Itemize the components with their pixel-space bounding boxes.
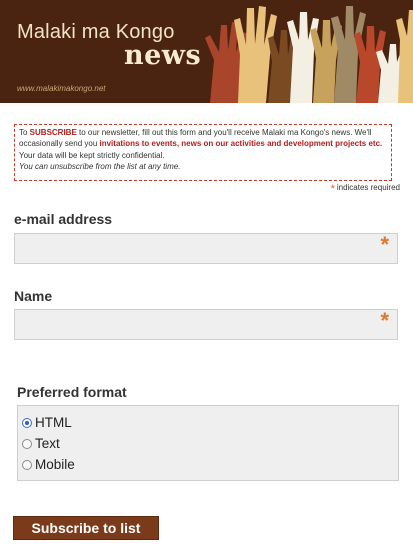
- format-option-label: Mobile: [35, 457, 75, 472]
- name-label: Name: [14, 288, 53, 304]
- notice-unsubscribe: You can unsubscribe from the list at any…: [19, 161, 181, 171]
- required-note-text: indicates required: [336, 183, 400, 192]
- format-option-label: Text: [35, 436, 60, 451]
- notice-confidential: Your data will be kept strictly confiden…: [19, 150, 165, 160]
- site-url[interactable]: www.malakimakongo.net: [17, 84, 105, 93]
- format-options: HTML Text Mobile: [17, 405, 399, 481]
- subscribe-notice: To SUBSCRIBE to our newsletter, fill out…: [14, 124, 392, 181]
- format-option-mobile[interactable]: Mobile: [22, 457, 75, 472]
- news-wordmark: news: [124, 40, 202, 71]
- email-required-star-icon: *: [380, 232, 389, 257]
- format-option-label: HTML: [35, 415, 72, 430]
- email-field[interactable]: *: [14, 232, 398, 264]
- notice-text-1: To: [19, 128, 30, 137]
- radio-selected-icon[interactable]: [22, 417, 32, 428]
- notice-subscribe-emphasis: SUBSCRIBE: [29, 128, 77, 137]
- subscribe-button[interactable]: Subscribe to list: [13, 516, 159, 540]
- required-note: * indicates required: [331, 183, 400, 195]
- radio-icon[interactable]: [22, 438, 32, 449]
- notice-invitations-emphasis: invitations to events, news on our activ…: [99, 139, 383, 149]
- header-banner: Malaki ma Kongo news www.malakimakongo.n…: [0, 0, 413, 103]
- name-required-star-icon: *: [380, 308, 389, 333]
- format-label: Preferred format: [17, 384, 127, 400]
- format-option-text[interactable]: Text: [22, 436, 60, 451]
- format-option-html[interactable]: HTML: [22, 415, 72, 430]
- radio-icon[interactable]: [22, 459, 32, 470]
- name-field[interactable]: *: [14, 308, 398, 340]
- email-label: e-mail address: [14, 211, 113, 227]
- required-star-icon: *: [330, 183, 335, 195]
